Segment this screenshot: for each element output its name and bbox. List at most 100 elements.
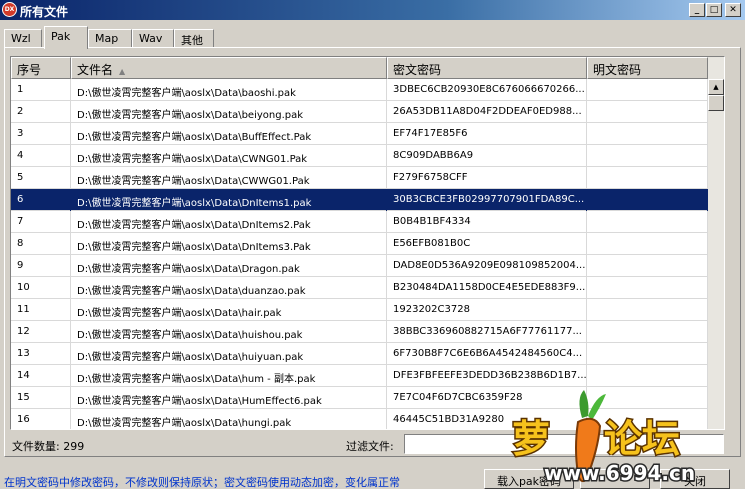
column-label: 明文密码 — [593, 63, 642, 77]
row-plain-password-cell[interactable] — [587, 79, 708, 101]
row-plain-password-cell[interactable] — [587, 211, 708, 233]
row-cipher-password-cell: DAD8E0D536A9209E098109852004... — [387, 255, 587, 277]
row-filename-cell: D:\傲世凌霄完整客户端\aoslx\Data\huiyuan.pak — [71, 343, 387, 365]
table-row[interactable]: 9 D:\傲世凌霄完整客户端\aoslx\Data\Dragon.pak DAD8E… — [11, 255, 708, 277]
maximize-button[interactable]: □ — [706, 3, 722, 17]
row-index-cell: 5 — [11, 167, 71, 189]
row-filename-cell: D:\傲世凌霄完整客户端\aoslx\Data\BuffEffect.Pak — [71, 123, 387, 145]
table-header: 序号 文件名 ▲ 密文密码 明文密码 — [11, 57, 724, 79]
column-header-cipher-password[interactable]: 密文密码 — [387, 57, 587, 79]
column-label: 序号 — [17, 63, 42, 77]
row-index-cell: 3 — [11, 123, 71, 145]
row-filename-cell: D:\傲世凌霄完整客户端\aoslx\Data\DnItems2.Pak — [71, 211, 387, 233]
row-plain-password-cell[interactable] — [587, 321, 708, 343]
row-index-cell: 14 — [11, 365, 71, 387]
table-row[interactable]: 13 D:\傲世凌霄完整客户端\aoslx\Data\huiyuan.pak 6F7… — [11, 343, 708, 365]
row-index-cell: 13 — [11, 343, 71, 365]
row-index-cell: 1 — [11, 79, 71, 101]
minimize-button[interactable]: _ — [689, 3, 705, 17]
close-window-button[interactable]: ✕ — [725, 3, 741, 17]
tab-other[interactable]: 其他 — [174, 29, 214, 48]
row-cipher-password-cell: 3DBEC6CB20930E8C676066670266... — [387, 79, 587, 101]
column-header-filename[interactable]: 文件名 ▲ — [71, 57, 387, 79]
row-index-cell: 8 — [11, 233, 71, 255]
table-row[interactable]: 8 D:\傲世凌霄完整客户端\aoslx\Data\DnItems3.Pak E56… — [11, 233, 708, 255]
row-plain-password-cell[interactable] — [587, 277, 708, 299]
row-plain-password-cell[interactable] — [587, 365, 708, 387]
title-bar: DX 所有文件 _ □ ✕ — [0, 0, 745, 20]
row-index-cell: 9 — [11, 255, 71, 277]
tab-wzl[interactable]: Wzl — [4, 29, 42, 48]
row-plain-password-cell[interactable] — [587, 299, 708, 321]
table-row[interactable]: 14 D:\傲世凌霄完整客户端\aoslx\Data\hum - 副本.pak DF… — [11, 365, 708, 387]
row-filename-cell: D:\傲世凌霄完整客户端\aoslx\Data\DnItems1.pak — [71, 189, 387, 211]
row-filename-cell: D:\傲世凌霄完整客户端\aoslx\Data\CWNG01.Pak — [71, 145, 387, 167]
column-label: 密文密码 — [393, 63, 442, 77]
row-plain-password-cell[interactable] — [587, 255, 708, 277]
table-row[interactable]: 7 D:\傲世凌霄完整客户端\aoslx\Data\DnItems2.Pak B0B… — [11, 211, 708, 233]
row-index-cell: 11 — [11, 299, 71, 321]
row-plain-password-cell[interactable] — [587, 343, 708, 365]
row-plain-password-cell[interactable] — [587, 123, 708, 145]
filter-label: 过滤文件: — [346, 440, 394, 453]
row-index-cell: 15 — [11, 387, 71, 409]
row-filename-cell: D:\傲世凌霄完整客户端\aoslx\Data\DnItems3.Pak — [71, 233, 387, 255]
row-plain-password-cell[interactable] — [587, 167, 708, 189]
row-index-cell: 16 — [11, 409, 71, 429]
row-index-cell: 6 — [11, 189, 71, 211]
table-row[interactable]: 11 D:\傲世凌霄完整客户端\aoslx\Data\hair.pak 192320… — [11, 299, 708, 321]
row-cipher-password-cell: B0B4B1BF4334 — [387, 211, 587, 233]
row-cipher-password-cell: 38BBC336960882715A6F77761177... — [387, 321, 587, 343]
svg-text:萝: 萝 — [512, 417, 550, 461]
row-cipher-password-cell: 8C909DABB6A9 — [387, 145, 587, 167]
row-filename-cell: D:\傲世凌霄完整客户端\aoslx\Data\beiyong.pak — [71, 101, 387, 123]
row-filename-cell: D:\傲世凌霄完整客户端\aoslx\Data\HumEffect6.pak — [71, 387, 387, 409]
row-filename-cell: D:\傲世凌霄完整客户端\aoslx\Data\Dragon.pak — [71, 255, 387, 277]
table-row[interactable]: 10 D:\傲世凌霄完整客户端\aoslx\Data\duanzao.pak B23… — [11, 277, 708, 299]
row-cipher-password-cell: 26A53DB11A8D04F2DDEAF0ED988... — [387, 101, 587, 123]
tab-pak[interactable]: Pak — [44, 26, 88, 49]
table-row[interactable]: 2 D:\傲世凌霄完整客户端\aoslx\Data\beiyong.pak 26A5… — [11, 101, 708, 123]
row-plain-password-cell[interactable] — [587, 145, 708, 167]
table-row[interactable]: 5 D:\傲世凌霄完整客户端\aoslx\Data\CWWG01.Pak F279F… — [11, 167, 708, 189]
row-index-cell: 10 — [11, 277, 71, 299]
hint-text: 在明文密码中修改密码，不修改则保持原状；密文密码使用动态加密，变化属正常 — [4, 476, 400, 489]
table-row[interactable]: 12 D:\傲世凌霄完整客户端\aoslx\Data\huishou.pak 38B… — [11, 321, 708, 343]
column-header-plain-password[interactable]: 明文密码 — [587, 57, 708, 79]
table-row[interactable]: 4 D:\傲世凌霄完整客户端\aoslx\Data\CWNG01.Pak 8C909… — [11, 145, 708, 167]
file-count-label: 文件数量: 299 — [12, 440, 85, 453]
row-plain-password-cell[interactable] — [587, 101, 708, 123]
row-cipher-password-cell: 6F730B8F7C6E6B6A4542484560C4... — [387, 343, 587, 365]
row-plain-password-cell[interactable] — [587, 233, 708, 255]
file-table[interactable]: 序号 文件名 ▲ 密文密码 明文密码 1 D:\傲世凌霄完整客户端\aoslx\Da… — [10, 56, 725, 430]
svg-text:论坛: 论坛 — [604, 417, 680, 461]
row-cipher-password-cell: DFE3FBFEEFE3DEDD36B238B6D1B7... — [387, 365, 587, 387]
row-filename-cell: D:\傲世凌霄完整客户端\aoslx\Data\duanzao.pak — [71, 277, 387, 299]
app-icon: DX — [2, 2, 17, 17]
row-cipher-password-cell: F279F6758CFF — [387, 167, 587, 189]
tab-map[interactable]: Map — [88, 29, 132, 48]
row-plain-password-cell[interactable] — [587, 189, 708, 211]
table-row[interactable]: 6 D:\傲世凌霄完整客户端\aoslx\Data\DnItems1.pak 30B… — [11, 189, 708, 211]
vertical-scrollbar[interactable]: ▲ — [708, 57, 724, 429]
row-filename-cell: D:\傲世凌霄完整客户端\aoslx\Data\huishou.pak — [71, 321, 387, 343]
sort-ascending-icon: ▲ — [119, 67, 126, 76]
table-row[interactable]: 1 D:\傲世凌霄完整客户端\aoslx\Data\baoshi.pak 3DBEC… — [11, 79, 708, 101]
scroll-up-icon[interactable]: ▲ — [708, 79, 724, 95]
column-label: 文件名 — [77, 63, 114, 77]
forum-watermark-logo: 萝 论坛 www.6994.cn — [511, 390, 697, 487]
row-cipher-password-cell: B230484DA1158D0CE4E5EDE883F9... — [387, 277, 587, 299]
watermark-url: www.6994.cn — [544, 461, 695, 485]
row-filename-cell: D:\傲世凌霄完整客户端\aoslx\Data\hair.pak — [71, 299, 387, 321]
table-row[interactable]: 3 D:\傲世凌霄完整客户端\aoslx\Data\BuffEffect.Pak E… — [11, 123, 708, 145]
tab-wav[interactable]: Wav — [132, 29, 174, 48]
column-header-index[interactable]: 序号 — [11, 57, 71, 79]
row-filename-cell: D:\傲世凌霄完整客户端\aoslx\Data\hum - 副本.pak — [71, 365, 387, 387]
row-filename-cell: D:\傲世凌霄完整客户端\aoslx\Data\hungi.pak — [71, 409, 387, 429]
row-filename-cell: D:\傲世凌霄完整客户端\aoslx\Data\CWWG01.Pak — [71, 167, 387, 189]
row-index-cell: 2 — [11, 101, 71, 123]
row-filename-cell: D:\傲世凌霄完整客户端\aoslx\Data\baoshi.pak — [71, 79, 387, 101]
row-cipher-password-cell: 30B3CBCE3FB02997707901FDA89C... — [387, 189, 587, 211]
scroll-thumb[interactable] — [708, 95, 724, 111]
row-cipher-password-cell: EF74F17E85F6 — [387, 123, 587, 145]
